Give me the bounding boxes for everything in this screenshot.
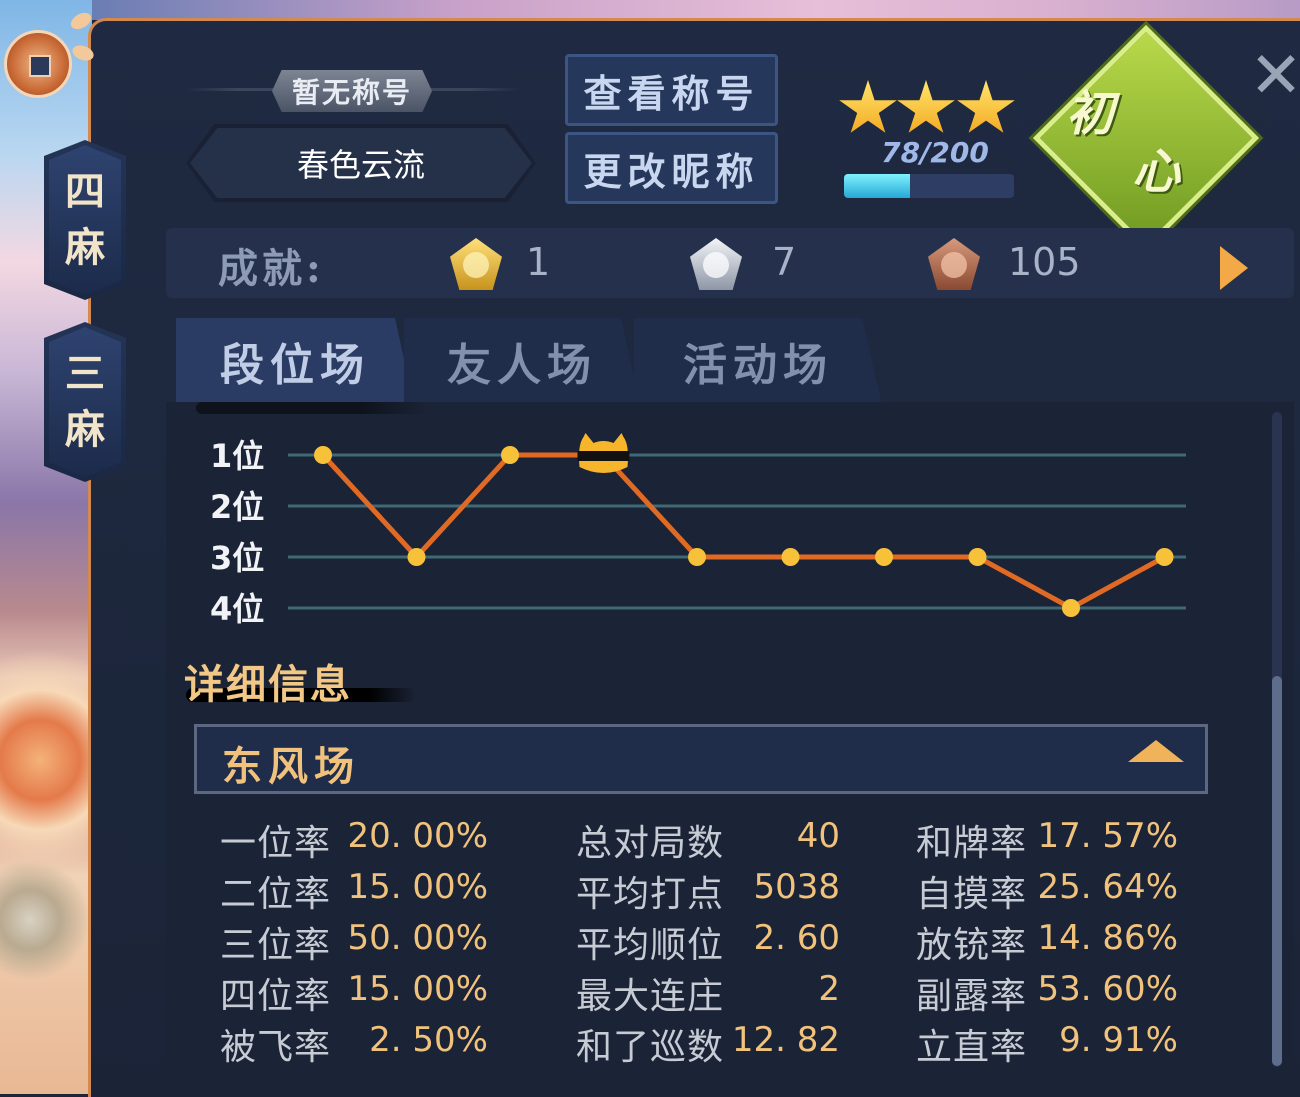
chart-y-tick-label: 3位 bbox=[210, 539, 264, 577]
player-title-tag: 暂无称号 bbox=[272, 70, 432, 112]
chart-data-point bbox=[968, 548, 987, 566]
stat-value: 50. 00% bbox=[347, 918, 488, 958]
stat-value: 40 bbox=[796, 816, 840, 856]
stat-value: 15. 00% bbox=[347, 867, 488, 907]
stat-label: 立直率 bbox=[916, 1027, 1028, 1068]
rank-history-chart: 1位 2位 3位 4位 bbox=[210, 433, 1186, 628]
nickname-box: 春色云流 bbox=[186, 124, 536, 202]
stat-label: 被飞率 bbox=[220, 1027, 332, 1068]
stat-value: 5038 bbox=[753, 867, 840, 907]
collapse-arrow-icon[interactable] bbox=[1128, 740, 1184, 762]
chart-y-tick-label: 4位 bbox=[210, 590, 264, 628]
stat-value: 2 bbox=[818, 969, 840, 1009]
stat-value: 12. 82 bbox=[731, 1020, 840, 1060]
bronze-achievement-count: 105 bbox=[1008, 240, 1081, 284]
gold-achievement-count: 1 bbox=[526, 240, 551, 284]
background-sky-strip bbox=[92, 0, 1300, 20]
stat-label: 放铳率 bbox=[916, 925, 1028, 966]
chart-data-point bbox=[781, 548, 800, 566]
close-icon[interactable]: ✕ bbox=[1248, 44, 1300, 108]
chart-data-point bbox=[501, 446, 519, 464]
detail-info-title: 详细信息 bbox=[184, 661, 352, 708]
silver-achievement-count: 7 bbox=[772, 240, 797, 284]
tab-ranked[interactable]: 段位场 bbox=[176, 318, 414, 404]
section-header-cutoff bbox=[196, 402, 426, 414]
mode-tab-three-player[interactable]: 三 麻 bbox=[44, 322, 126, 482]
stat-label: 自摸率 bbox=[916, 874, 1028, 915]
mode-tab-label: 三 麻 bbox=[65, 350, 105, 453]
scrollbar-thumb[interactable] bbox=[1272, 676, 1282, 1066]
chart-data-point bbox=[688, 548, 706, 566]
stat-label: 一位率 bbox=[220, 823, 332, 864]
chart-data-point bbox=[1155, 548, 1174, 566]
achievement-label: 成就: bbox=[218, 245, 325, 292]
mode-tab-label: 四 麻 bbox=[65, 168, 105, 271]
stat-value: 53. 60% bbox=[1037, 969, 1178, 1009]
stat-value: 2. 50% bbox=[369, 1020, 488, 1060]
stat-value: 2. 60 bbox=[753, 918, 840, 958]
stat-label: 四位率 bbox=[220, 976, 332, 1017]
stat-label: 和牌率 bbox=[916, 823, 1028, 864]
rank-badge-text: 初 心 bbox=[1066, 86, 1181, 200]
tab-event[interactable]: 活动场 bbox=[634, 318, 882, 404]
chart-series-line bbox=[321, 452, 1166, 611]
stat-value: 14. 86% bbox=[1037, 918, 1178, 958]
achievement-next-arrow-icon[interactable] bbox=[1220, 246, 1248, 290]
nickname-text: 春色云流 bbox=[296, 146, 425, 184]
chart-data-point bbox=[314, 446, 332, 464]
stat-label: 二位率 bbox=[220, 874, 332, 915]
cat-with-sunglasses-icon bbox=[577, 433, 630, 473]
change-nickname-button[interactable]: 更改昵称 bbox=[565, 132, 778, 204]
stat-value: 17. 57% bbox=[1037, 816, 1178, 856]
stat-value: 9. 91% bbox=[1059, 1020, 1178, 1060]
chart-y-tick-label: 1位 bbox=[210, 437, 264, 475]
stat-value: 25. 64% bbox=[1037, 867, 1178, 907]
chart-data-point bbox=[875, 548, 893, 566]
stat-value: 15. 00% bbox=[347, 969, 488, 1009]
chart-data-point bbox=[407, 548, 426, 566]
chart-y-tick-label: 2位 bbox=[210, 488, 264, 526]
exp-text: 78/200 bbox=[881, 136, 989, 169]
exp-progress-bar bbox=[844, 174, 1014, 198]
chart-data-point bbox=[1062, 599, 1080, 617]
mode-tab-four-player[interactable]: 四 麻 bbox=[44, 140, 126, 300]
stat-value: 20. 00% bbox=[347, 816, 488, 856]
stat-label: 三位率 bbox=[220, 925, 332, 966]
coin-ornament-icon bbox=[4, 30, 72, 98]
exp-progress-fill bbox=[844, 174, 911, 198]
tab-friend[interactable]: 友人场 bbox=[404, 318, 640, 404]
section-title: 东风场 bbox=[222, 743, 360, 790]
view-title-button[interactable]: 查看称号 bbox=[565, 54, 778, 126]
stat-label: 副露率 bbox=[916, 976, 1028, 1017]
